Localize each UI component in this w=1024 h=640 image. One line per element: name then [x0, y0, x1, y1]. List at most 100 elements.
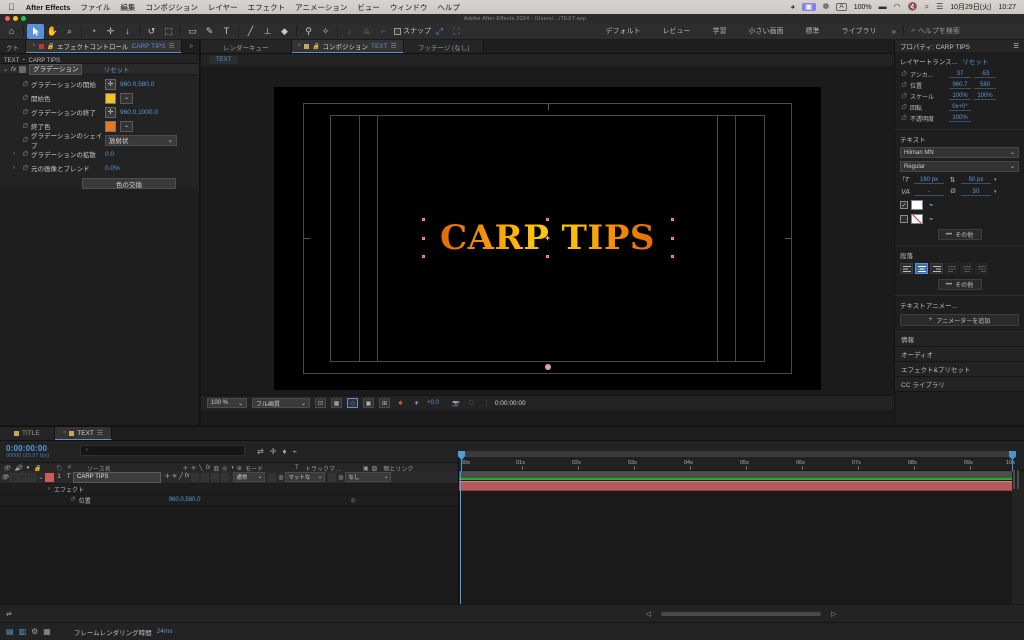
menu-view[interactable]: ビュー: [352, 2, 385, 13]
leading-value[interactable]: 50 px: [961, 177, 991, 184]
swap-colors-button[interactable]: 色の交換: [82, 178, 176, 189]
transform-value-x[interactable]: 37: [949, 71, 971, 78]
stopwatch-icon[interactable]: ⏱: [22, 165, 31, 172]
transform-value-x[interactable]: 100%: [949, 93, 971, 100]
color-swatch-start[interactable]: [105, 92, 116, 104]
panel-menu-icon[interactable]: ☰: [1013, 42, 1019, 50]
parent-pickwhip-box[interactable]: [328, 472, 337, 482]
font-size-value[interactable]: 160 px: [914, 177, 944, 184]
menu-layer[interactable]: レイヤー: [203, 2, 243, 13]
current-time-indicator[interactable]: [458, 451, 465, 471]
anchor-point-icon[interactable]: [544, 235, 551, 241]
gradient-end-point-handle[interactable]: [544, 363, 551, 370]
tab-timeline-title[interactable]: TITLE: [0, 427, 55, 440]
menu-edit[interactable]: 編集: [115, 2, 140, 13]
stopwatch-icon[interactable]: ⏱: [70, 497, 75, 504]
workspace-small-screen[interactable]: 小さい画面: [738, 26, 795, 36]
workspace-review[interactable]: レビュー: [652, 26, 702, 36]
stroke-color-swatch[interactable]: [911, 214, 923, 224]
hand-tool-icon[interactable]: ✋: [44, 24, 61, 39]
frame-blend-toggle[interactable]: [191, 472, 200, 482]
keyframe-navigator-icon[interactable]: ◎: [350, 497, 355, 504]
stopwatch-icon[interactable]: ⏱: [900, 82, 907, 90]
screen-mirroring-icon[interactable]: ▣: [802, 3, 816, 11]
pan-behind-tool-icon[interactable]: ✛: [102, 24, 119, 39]
expand-triangle-icon[interactable]: ›: [13, 165, 22, 171]
selection-handle-bl[interactable]: [421, 255, 425, 258]
workspace-default[interactable]: デフォルト: [595, 26, 652, 36]
transform-value-y[interactable]: 100%: [974, 93, 996, 100]
property-value[interactable]: 0.0: [105, 151, 114, 158]
render-queue-icon[interactable]: ▤: [6, 627, 14, 636]
transform-value-rotation[interactable]: 0x+0°: [949, 104, 971, 111]
window-controls[interactable]: [0, 16, 26, 21]
stopwatch-icon[interactable]: ⏱: [900, 115, 907, 123]
menu-animation[interactable]: アニメーション: [290, 2, 352, 13]
menu-help[interactable]: ヘルプ: [432, 2, 465, 13]
selection-handle-br[interactable]: [670, 255, 674, 258]
font-style-select[interactable]: Regular ⌄: [900, 161, 1019, 172]
panel-section-audio[interactable]: オーディオ: [895, 347, 1024, 362]
dropbox-icon[interactable]: ❁: [823, 3, 830, 11]
eyedropper-icon[interactable]: ⌁: [120, 120, 133, 132]
expand-triangle-icon[interactable]: ›: [13, 151, 22, 157]
shy-icon[interactable]: ✛: [165, 473, 170, 482]
chevron-down-icon[interactable]: ▾: [994, 177, 997, 183]
menu-file[interactable]: ファイル: [75, 2, 115, 13]
3d-layer-toggle[interactable]: [221, 472, 230, 482]
workspace-standard[interactable]: 標準: [795, 26, 831, 36]
siri-icon[interactable]: ◕: [790, 3, 795, 11]
puppet-starch-tool-icon[interactable]: ✧: [317, 24, 334, 39]
zoom-tool-icon[interactable]: ⌕: [61, 24, 78, 39]
parent-pickwhip-icon[interactable]: ◎: [336, 474, 345, 481]
input-source-icon[interactable]: A: [836, 2, 847, 12]
menu-effect[interactable]: エフェクト: [243, 2, 291, 13]
paragraph-more-options-button[interactable]: ••• その他: [937, 279, 982, 290]
selection-handle-tc[interactable]: [546, 218, 549, 221]
draft-3d-icon[interactable]: ✛: [270, 447, 277, 456]
exposure-value[interactable]: +0.0: [427, 400, 439, 406]
work-area-end-marker[interactable]: [1009, 451, 1016, 471]
layer-transform-reset-button[interactable]: リセット: [962, 59, 988, 66]
eraser-tool-icon[interactable]: ◆: [276, 24, 293, 39]
selection-tool-icon[interactable]: [27, 23, 44, 39]
tracking-value[interactable]: 50: [961, 189, 991, 196]
tab-project[interactable]: クト: [0, 40, 26, 53]
align-left-icon[interactable]: [900, 263, 913, 274]
home-icon[interactable]: ⌂: [3, 24, 20, 39]
help-search-field[interactable]: ⌕ ヘルプを検索: [903, 26, 1021, 36]
timeline-right-buttons[interactable]: [1012, 470, 1024, 604]
orbit-tool-icon[interactable]: ◔: [85, 24, 102, 39]
memory-icon[interactable]: ▦: [43, 627, 51, 636]
snap-align-icon[interactable]: ⤢: [431, 24, 448, 39]
snap-checkbox[interactable]: [394, 27, 401, 35]
sub-row-value[interactable]: 960.0,580.0: [169, 497, 201, 503]
panel-section-cc-libraries[interactable]: CC ライブラリ: [895, 377, 1024, 392]
close-window-button[interactable]: [5, 16, 10, 21]
battery-icon[interactable]: ▬: [879, 3, 887, 11]
menu-composition[interactable]: コンポジション: [140, 2, 203, 13]
puppet-pin-tool-icon[interactable]: ⚲: [300, 24, 317, 39]
chevron-down-icon[interactable]: ▾: [994, 189, 997, 195]
parent-link-select[interactable]: なし ⌄: [345, 472, 392, 482]
effect-reset-button[interactable]: リセット: [103, 64, 129, 74]
panel-section-info[interactable]: 情報: [895, 332, 1024, 347]
selection-handle-tr[interactable]: [670, 218, 674, 221]
timeline-zoom-slider[interactable]: [661, 611, 821, 616]
stopwatch-icon[interactable]: ⏱: [22, 123, 31, 130]
mask-view-icon[interactable]: ◇: [347, 398, 358, 408]
3d-view-icon[interactable]: ⊞: [379, 398, 390, 408]
font-family-select[interactable]: Hilman MN ⌄: [900, 147, 1019, 158]
layer-switches[interactable]: ✛ ✳ ╱ fx: [165, 472, 230, 482]
justify-last-right-icon[interactable]: [975, 263, 988, 274]
multiframe-render-icon[interactable]: ⚙: [31, 627, 38, 636]
selection-handle-bc[interactable]: [546, 255, 549, 258]
composition-stage[interactable]: CARP TIPS 100 % ⌄ フル画質 ⌄ ⊡ ▦ ◇ ▣ ⊞ ❖ ☀ +…: [201, 66, 894, 410]
transform-value-opacity[interactable]: 100%: [949, 115, 971, 122]
tab-footage[interactable]: フッテージ (なし): [403, 40, 485, 53]
stopwatch-icon[interactable]: ⏱: [22, 109, 31, 116]
breadcrumb-item-text[interactable]: TEXT: [209, 56, 239, 64]
type-tool-icon[interactable]: T: [218, 24, 235, 39]
exposure-icon[interactable]: ☀: [411, 398, 422, 408]
point-control-icon[interactable]: ✛: [105, 106, 116, 118]
